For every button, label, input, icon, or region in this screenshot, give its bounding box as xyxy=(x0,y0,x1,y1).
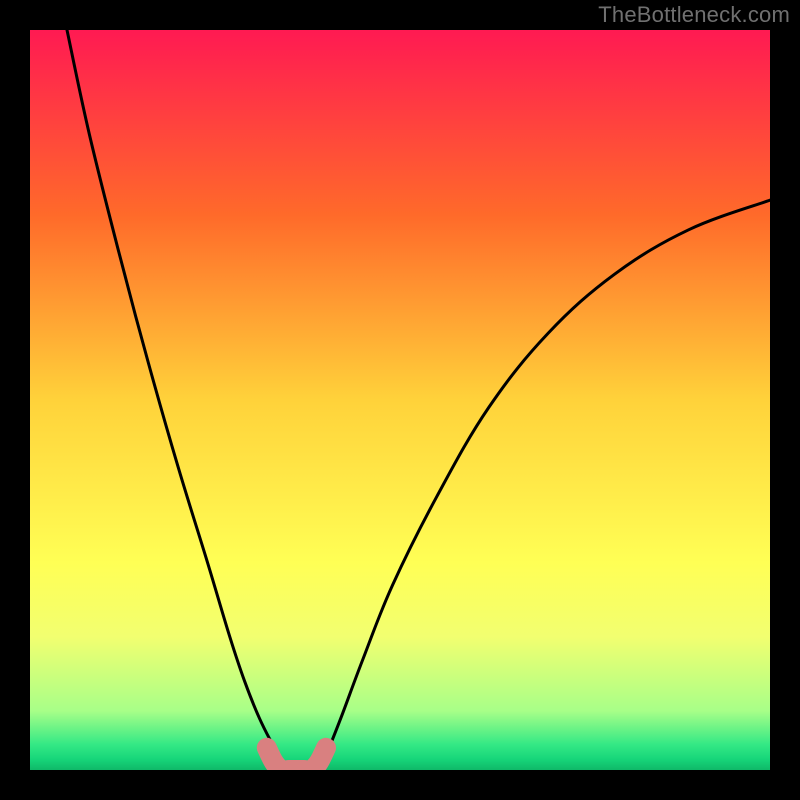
chart-svg xyxy=(30,30,770,770)
outer-frame: TheBottleneck.com xyxy=(0,0,800,800)
watermark-label: TheBottleneck.com xyxy=(598,2,790,28)
gradient-background xyxy=(30,30,770,770)
plot-area xyxy=(30,30,770,770)
